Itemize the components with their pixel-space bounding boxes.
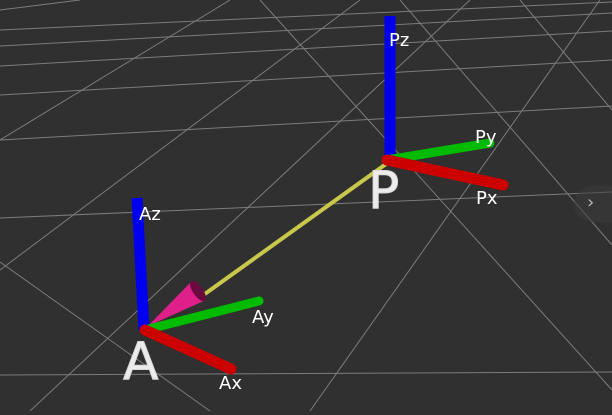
a-y-label: Ay bbox=[252, 307, 274, 328]
frame-a-name: A bbox=[123, 332, 159, 392]
p-z-label: Pz bbox=[389, 30, 409, 51]
p-x-label: Px bbox=[476, 188, 498, 209]
scene-canvas[interactable]: P Pz Py Px A Az Ay Ax bbox=[0, 0, 612, 412]
a-x-label: Ax bbox=[219, 373, 242, 394]
chevron-right-icon: › bbox=[587, 192, 595, 213]
frame-p-name: P bbox=[368, 161, 399, 221]
a-z-label: Az bbox=[139, 204, 161, 225]
panel-toggle-button[interactable]: › bbox=[574, 186, 612, 222]
p-y-label: Py bbox=[475, 127, 497, 148]
3d-viewport[interactable]: P Pz Py Px A Az Ay Ax bbox=[0, 0, 612, 412]
